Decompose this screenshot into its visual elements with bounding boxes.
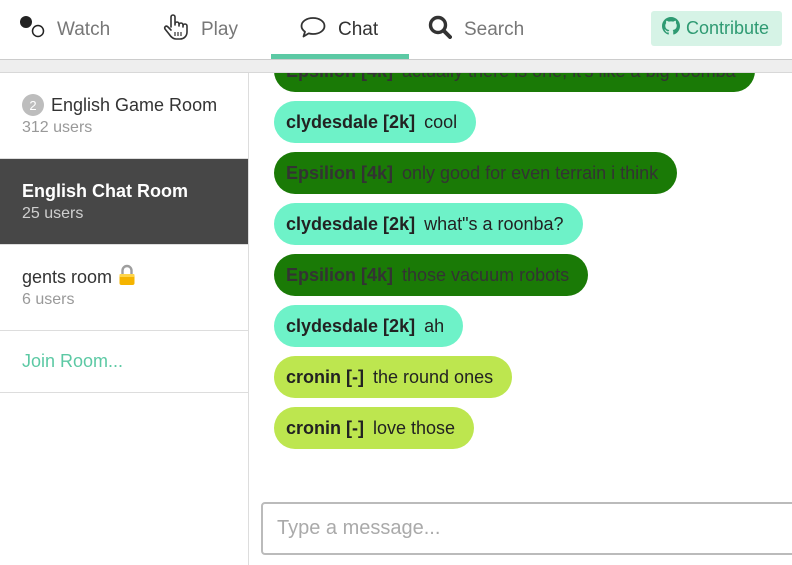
chat-message: clydesdale [2k] cool bbox=[274, 101, 477, 143]
chat-message: cronin [-] the round ones bbox=[274, 356, 513, 398]
message-text: only good for even terrain i think bbox=[402, 162, 659, 183]
message-author[interactable]: cronin [-] bbox=[286, 367, 364, 388]
tab-play-label: Play bbox=[201, 19, 238, 40]
tab-chat[interactable]: Chat bbox=[300, 0, 378, 60]
tab-chat-label: Chat bbox=[338, 19, 379, 40]
room-item-gents-room[interactable]: gents room 6 users bbox=[0, 245, 248, 331]
nav-shadow-bar bbox=[0, 60, 792, 73]
magnifier-icon bbox=[428, 15, 452, 45]
room-user-count: 25 users bbox=[22, 205, 84, 222]
message-author[interactable]: clydesdale [2k] bbox=[286, 112, 415, 133]
chat-message: clydesdale [2k] what"s a roonba? bbox=[274, 203, 583, 245]
room-name: gents room bbox=[22, 266, 113, 287]
message-author[interactable]: Epsilion [4k] bbox=[286, 265, 393, 286]
contribute-button[interactable]: Contribute bbox=[651, 11, 782, 46]
tab-watch-label: Watch bbox=[57, 19, 111, 40]
message-author[interactable]: cronin [-] bbox=[286, 418, 364, 439]
message-text: ah bbox=[424, 315, 445, 336]
room-item-english-game-room[interactable]: 2 English Game Room 312 users bbox=[0, 73, 248, 159]
room-name: English Chat Room bbox=[22, 180, 188, 201]
speech-bubble-icon bbox=[300, 16, 326, 44]
github-icon bbox=[662, 17, 680, 40]
tab-search[interactable]: Search bbox=[428, 0, 524, 60]
message-text: love those bbox=[373, 417, 456, 438]
chat-message: Epsilion [4k] those vacuum robots bbox=[274, 254, 589, 296]
lock-icon bbox=[118, 264, 136, 291]
message-text: cool bbox=[424, 111, 458, 132]
message-author[interactable]: Epsilion [4k] bbox=[286, 163, 393, 184]
message-list: Epsilion [4k]actually there is one, it's… bbox=[274, 60, 789, 458]
tab-play[interactable]: Play bbox=[163, 0, 238, 60]
watch-icon bbox=[19, 16, 45, 44]
room-user-count: 6 users bbox=[22, 291, 75, 308]
message-text: the round ones bbox=[373, 366, 494, 387]
contribute-label: Contribute bbox=[686, 18, 770, 38]
message-author[interactable]: clydesdale [2k] bbox=[286, 214, 415, 235]
top-navigation: Watch Play Chat Search Contribute bbox=[0, 0, 792, 60]
tab-search-label: Search bbox=[464, 19, 525, 40]
room-sidebar: 2 English Game Room 312 users English Ch… bbox=[0, 73, 249, 565]
tab-watch[interactable]: Watch bbox=[19, 0, 110, 60]
chat-message: Epsilion [4k] only good for even terrain … bbox=[274, 152, 678, 194]
room-name: English Game Room bbox=[51, 94, 218, 115]
message-input[interactable] bbox=[261, 502, 792, 555]
unread-badge: 2 bbox=[22, 94, 44, 116]
room-item-english-chat-room[interactable]: English Chat Room 25 users bbox=[0, 159, 248, 245]
message-text: what"s a roonba? bbox=[424, 213, 564, 234]
pointing-hand-icon bbox=[163, 13, 189, 47]
chat-panel: Epsilion [4k]actually there is one, it's… bbox=[249, 60, 792, 565]
chat-message: cronin [-] love those bbox=[274, 407, 475, 449]
message-text: those vacuum robots bbox=[402, 264, 570, 285]
join-room-link[interactable]: Join Room... bbox=[0, 331, 248, 393]
message-author[interactable]: clydesdale [2k] bbox=[286, 316, 415, 337]
room-user-count: 312 users bbox=[22, 119, 93, 136]
chat-message: clydesdale [2k] ah bbox=[274, 305, 464, 347]
